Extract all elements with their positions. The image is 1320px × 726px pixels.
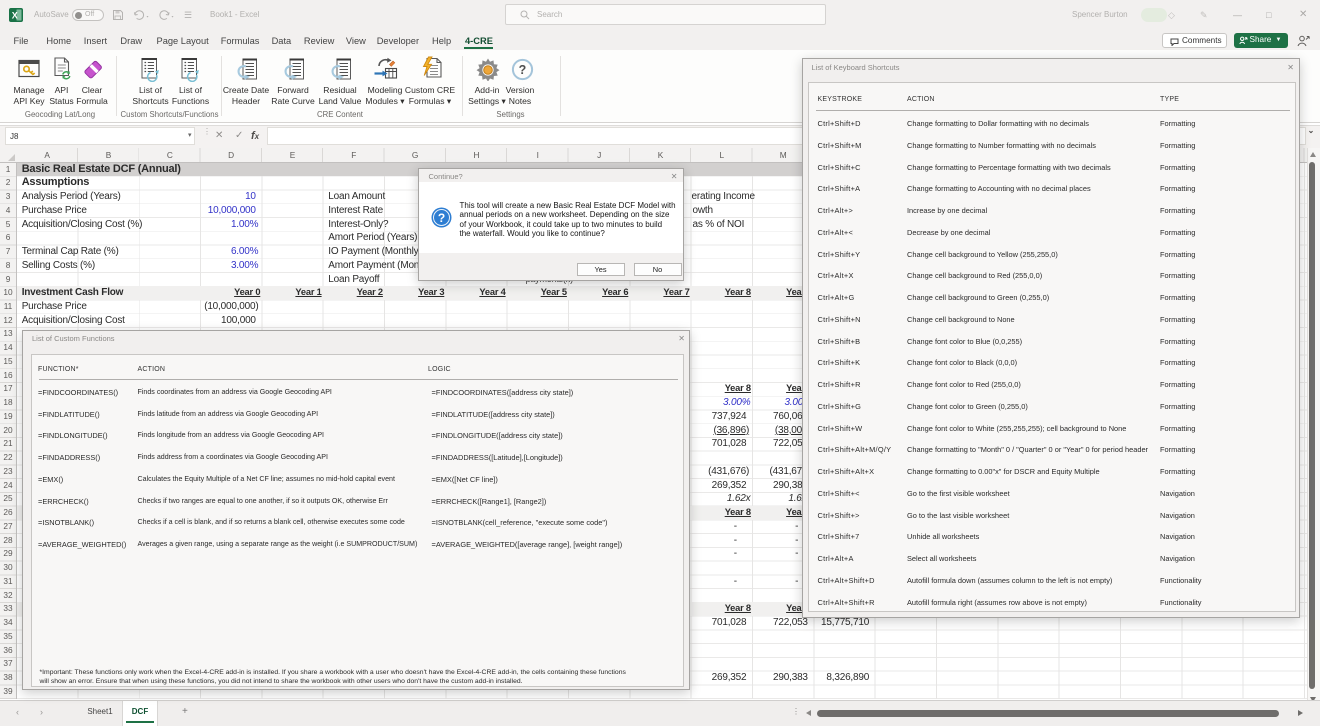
svg-text:?: ?	[437, 211, 444, 225]
svg-text:?: ?	[519, 63, 527, 77]
svg-text:X: X	[11, 10, 17, 20]
